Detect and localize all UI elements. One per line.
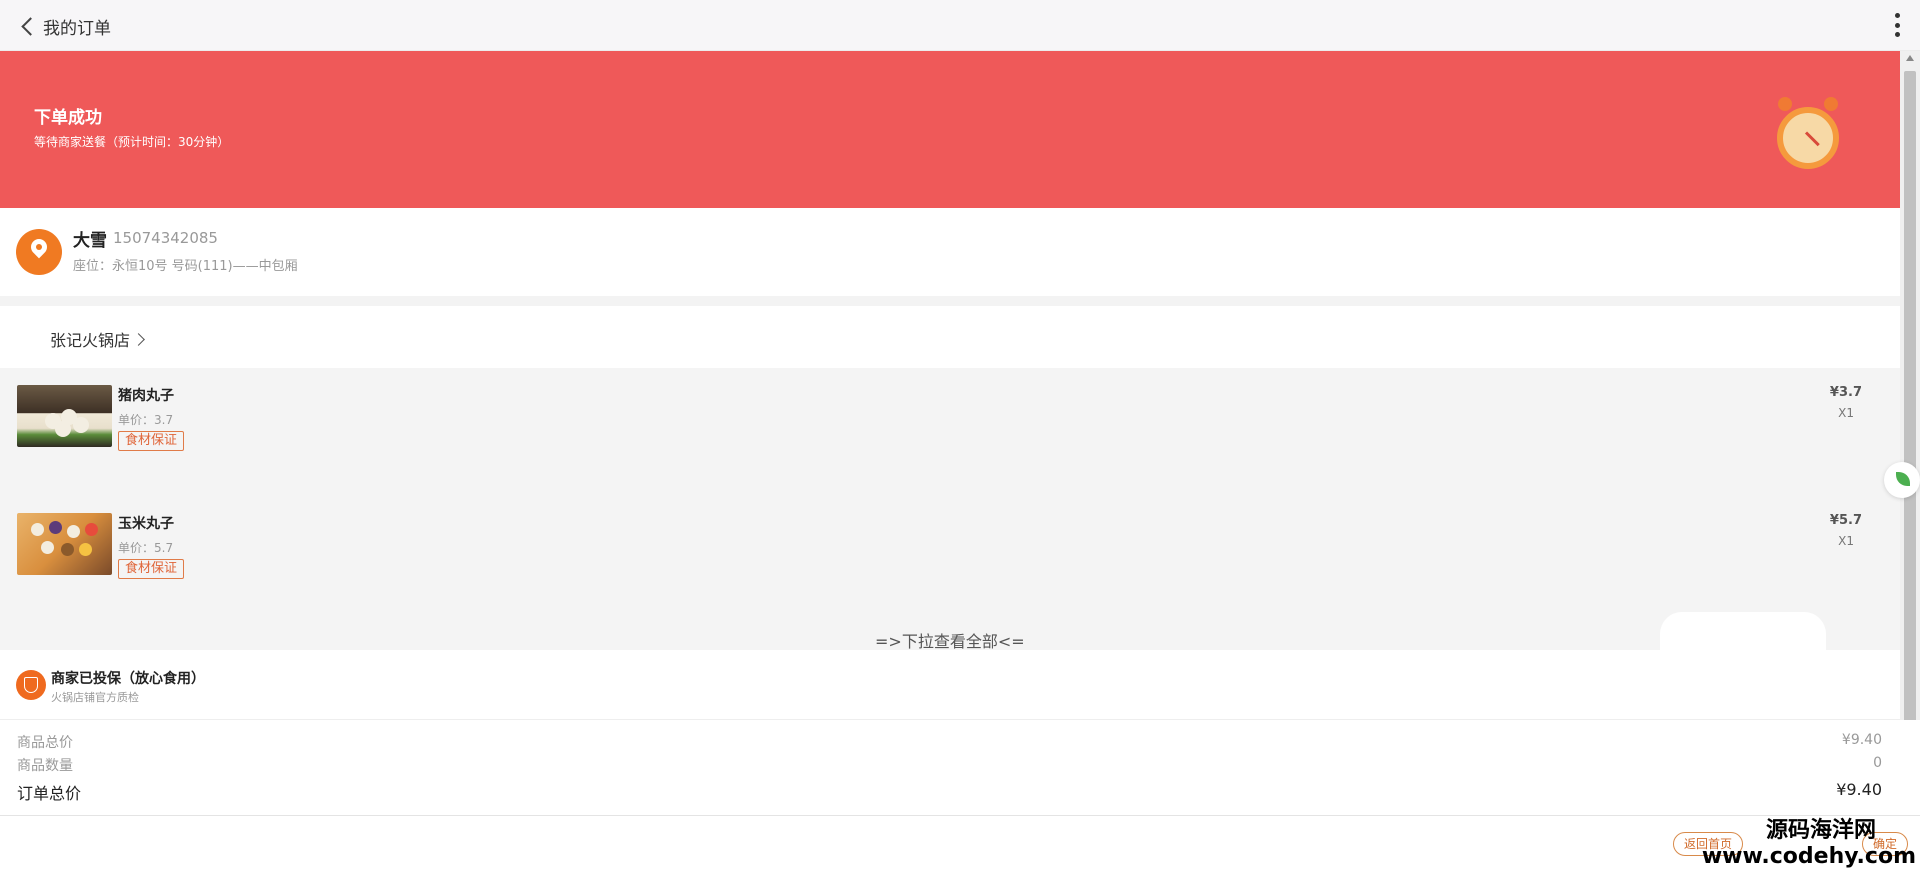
item-total: ¥5.7 [1829,513,1862,528]
pull-to-view-all[interactable]: =>下拉查看全部<= [875,628,1025,652]
item-quantity: X1 [1838,534,1854,548]
watermark-line2: www.codehy.com [1701,844,1916,869]
insurance-subtitle: 火锅店铺官方质检 [51,691,139,704]
list-item[interactable]: 猪肉丸子 单价：3.7 食材保证 ¥3.7 X1 [0,368,1900,468]
item-quantity: X1 [1838,406,1854,420]
item-list[interactable]: 猪肉丸子 单价：3.7 食材保证 ¥3.7 X1 玉米丸子 单价：5.7 食材保… [0,368,1900,652]
list-item[interactable]: 玉米丸子 单价：5.7 食材保证 ¥5.7 X1 [0,496,1900,596]
customer-name: 大雪 [73,231,107,251]
goods-count-value: 0 [1873,755,1882,771]
top-bar: 我的订单 [0,0,1920,51]
leaf-float-icon[interactable] [1884,462,1920,498]
order-total-value: ¥9.40 [1836,780,1882,799]
status-banner: 下单成功 等待商家送餐（预计时间：30分钟） [0,51,1900,208]
scrollbar[interactable] [1900,51,1920,731]
floating-card [1660,612,1826,707]
item-image [17,513,112,575]
quality-badge: 食材保证 [118,431,185,451]
scroll-up-arrow-icon[interactable] [1906,55,1914,61]
address-card: 大雪 15074342085 座位：永恒10号 号码(111)——中包厢 [0,208,1900,296]
shield-badge-icon [16,670,46,700]
chevron-right-icon [132,333,145,346]
price-summary: 商品总价 ¥9.40 商品数量 0 订单总价 ¥9.40 [0,720,1920,816]
goods-total-row: 商品总价 ¥9.40 [17,732,1882,752]
status-title: 下单成功 [34,108,102,128]
quality-badge: 食材保证 [118,559,185,579]
location-pin-icon [16,229,62,275]
seat-info: 座位：永恒10号 号码(111)——中包厢 [73,259,298,274]
shop-row[interactable]: 张记火锅店 [0,306,1900,368]
goods-total-label: 商品总价 [17,735,73,751]
shop-name[interactable]: 张记火锅店 [50,327,130,351]
back-button[interactable]: 我的订单 [20,14,111,39]
bottom-bar: 返回首页 确定 源码海洋网 www.codehy.com [0,816,1920,870]
status-subtitle: 等待商家送餐（预计时间：30分钟） [34,135,230,149]
more-menu-icon[interactable] [1894,13,1900,37]
customer-phone: 15074342085 [113,229,218,247]
insurance-notice: 商家已投保（放心食用） 火锅店铺官方质检 [0,650,1900,720]
item-name: 猪肉丸子 [118,388,174,404]
alarm-clock-icon [1774,95,1842,173]
watermark-line1: 源码海洋网 [1765,818,1876,843]
insurance-title: 商家已投保（放心食用） [51,671,205,687]
order-page: 我的订单 下单成功 等待商家送餐（预计时间：30分钟） 大雪 150743420… [0,0,1920,870]
item-unit-price: 单价：3.7 [118,413,174,427]
order-total-label: 订单总价 [17,784,82,803]
watermark: 源码海洋网 www.codehy.com [1702,818,1920,870]
divider [0,296,1900,306]
item-name: 玉米丸子 [118,516,174,532]
item-total: ¥3.7 [1829,385,1862,400]
goods-total-value: ¥9.40 [1841,732,1882,748]
order-total-row: 订单总价 ¥9.40 [17,780,1882,804]
item-unit-price: 单价：5.7 [118,541,174,555]
page-title: 我的订单 [43,19,111,39]
goods-count-label: 商品数量 [17,758,73,774]
goods-count-row: 商品数量 0 [17,755,1882,775]
chevron-left-icon [21,17,40,36]
item-image [17,385,112,447]
scrollbar-thumb[interactable] [1904,71,1916,731]
